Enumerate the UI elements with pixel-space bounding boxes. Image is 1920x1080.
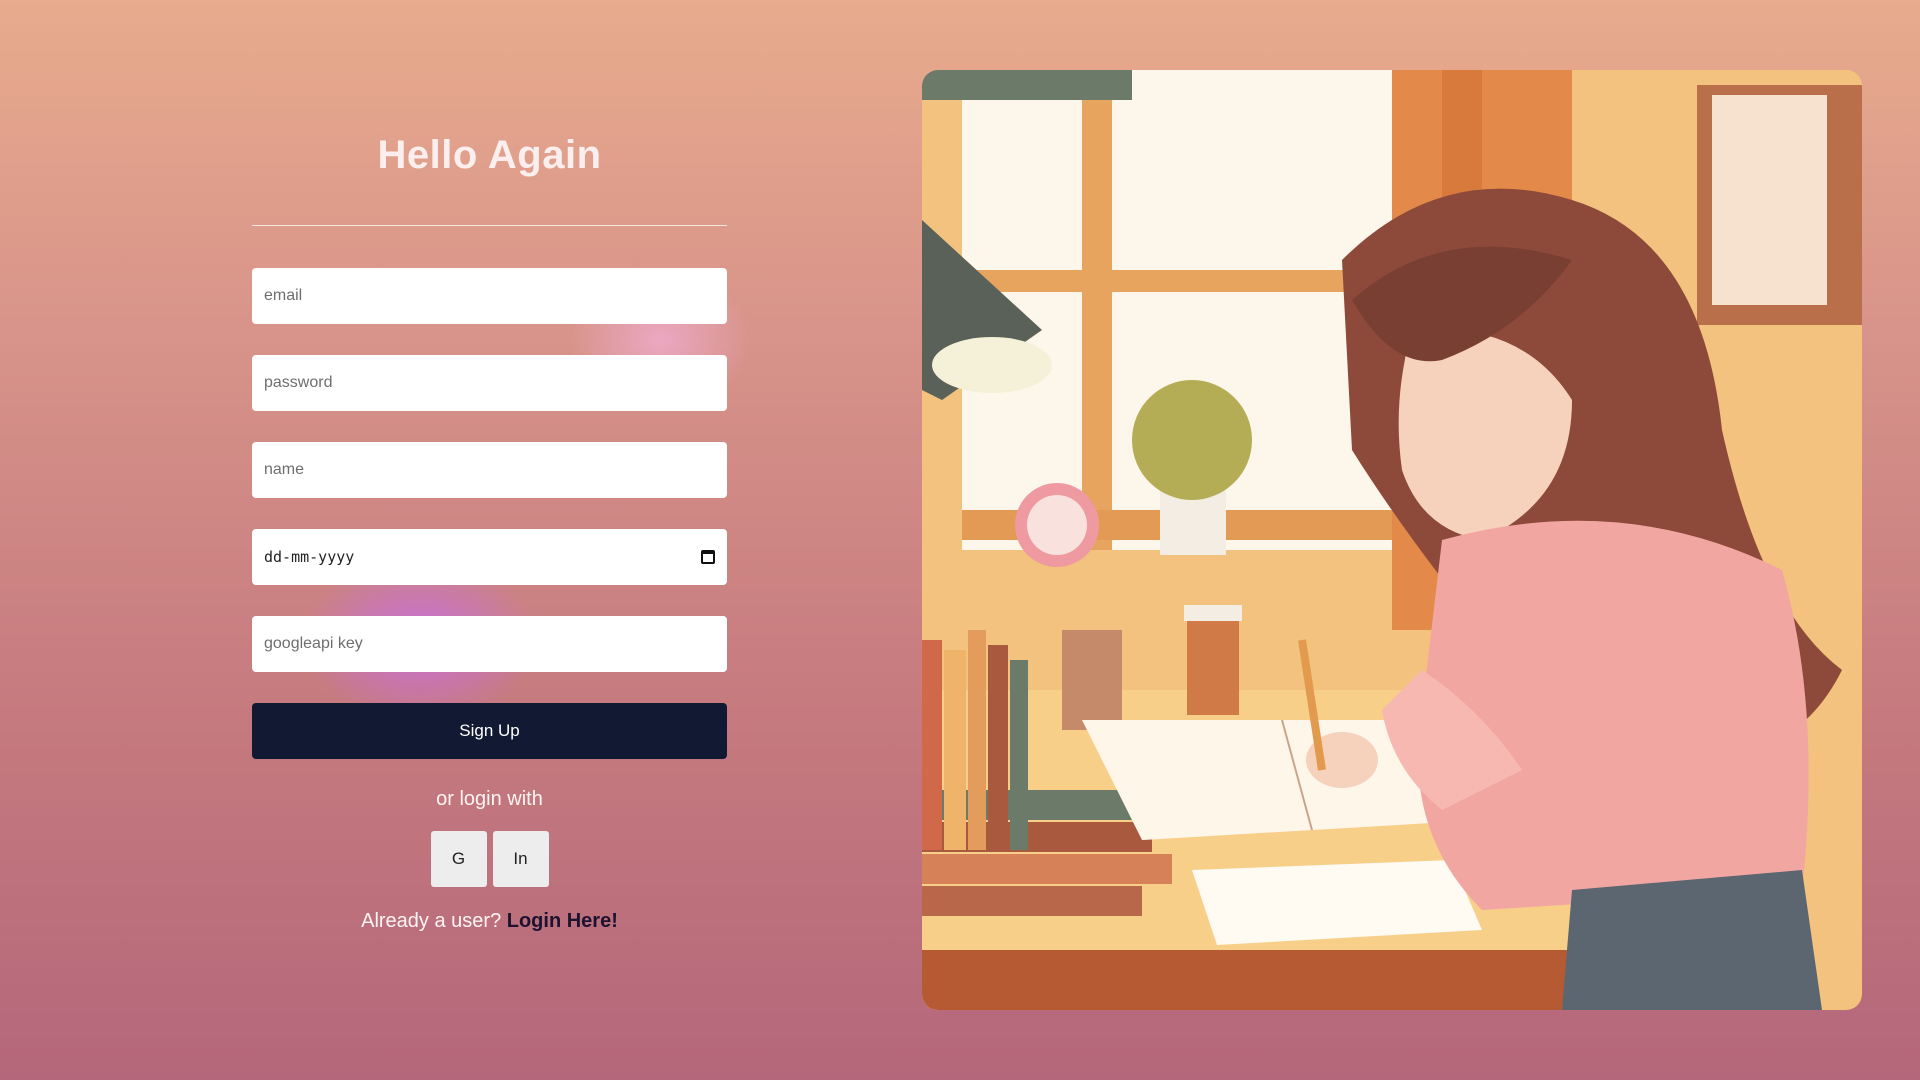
girl-studying-illustration <box>922 70 1862 1010</box>
email-field[interactable]: email <box>252 268 727 324</box>
illustration <box>922 70 1862 1010</box>
sign-up-label: Sign Up <box>459 721 520 740</box>
already-user-line: Already a user? Login Here! <box>252 907 727 935</box>
googleapi-key-field[interactable]: googleapi key <box>252 616 727 672</box>
calendar-icon[interactable] <box>701 550 715 564</box>
sign-up-button[interactable]: Sign Up <box>252 703 727 759</box>
google-label: G <box>451 849 466 868</box>
page-title: Hello Again <box>377 133 602 177</box>
already-user-text: Already a user? <box>361 910 502 932</box>
login-here-link[interactable]: Login Here! <box>507 910 618 932</box>
password-field[interactable]: password <box>252 355 727 411</box>
name-field[interactable]: name <box>252 442 727 498</box>
name-placeholder: name <box>264 461 305 478</box>
linkedin-label: In <box>513 849 528 868</box>
linkedin-login-button[interactable]: In <box>492 831 549 887</box>
password-placeholder: password <box>264 374 333 391</box>
googleapi-placeholder: googleapi key <box>264 635 363 652</box>
date-placeholder: dd-mm-yyyy <box>264 548 355 566</box>
divider <box>252 225 727 226</box>
or-login-with-text: or login with <box>436 788 543 810</box>
email-placeholder: email <box>264 287 303 304</box>
signup-form: Hello Again email password name dd-mm-yy… <box>252 130 727 935</box>
social-login-buttons: G In <box>252 831 727 887</box>
google-login-button[interactable]: G <box>430 831 487 887</box>
date-field[interactable]: dd-mm-yyyy <box>252 529 727 585</box>
